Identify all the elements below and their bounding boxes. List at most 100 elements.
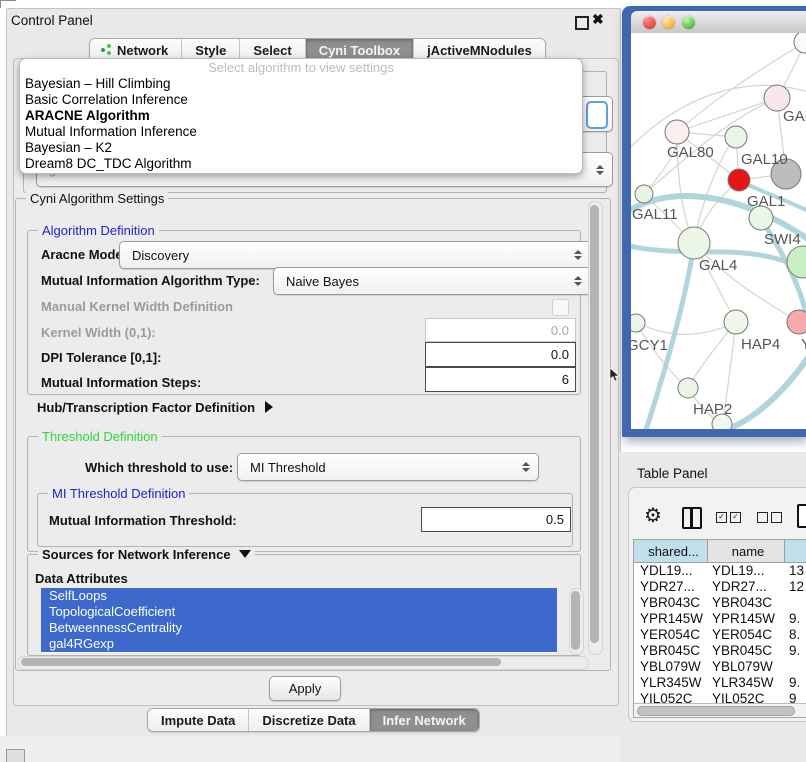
mi-steps-field[interactable]: 6 (425, 367, 576, 392)
table-horizontal-scrollbar[interactable] (634, 703, 806, 717)
bottom-strip (0, 736, 620, 762)
network-window-titlebar[interactable] (631, 11, 806, 34)
dropdown-item[interactable]: ARACNE Algorithm (20, 108, 582, 124)
dropdown-hint: Select algorithm to view settings (20, 59, 582, 76)
expand-right-icon (265, 401, 273, 413)
network-node-label: GAL10 (741, 151, 788, 168)
sources-title: Sources for Network Inference (42, 547, 231, 562)
minimize-traffic-light[interactable] (662, 16, 675, 29)
table-row[interactable]: YDL19...YDL19...13 (634, 563, 806, 579)
table-cell: YBR045C (634, 643, 708, 659)
network-node[interactable] (794, 33, 806, 53)
table-row[interactable]: YDR27...YDR27...12 (634, 579, 806, 595)
combo-focus-stepper[interactable] (586, 101, 608, 129)
network-node-gal4[interactable] (678, 227, 710, 259)
dropdown-item[interactable]: Bayesian – Hill Climbing (20, 76, 582, 92)
dropdown-item[interactable]: Bayesian – K2 (20, 140, 582, 156)
stepper-icon (596, 165, 604, 175)
mi-steps-value: 6 (562, 372, 569, 387)
table-row[interactable]: YER054CYER054C8. (634, 627, 806, 643)
aracne-mode-label: Aracne Mode: (41, 247, 127, 262)
network-edge (636, 322, 736, 334)
network-canvas[interactable]: GALGAL80GAL10GAL1GAL11SWI4GAL4GCY1HAP4YH… (631, 33, 806, 429)
node-table: shared...nameA YDL19...YDL19...13YDR27..… (633, 539, 806, 718)
table-cell: YDL19... (634, 563, 708, 579)
table-cell (785, 659, 806, 675)
bottom-tabs: Impute DataDiscretize Data Infer Network (147, 708, 480, 732)
table-row[interactable]: YBL079WYBL079W (634, 659, 806, 675)
columns-icon[interactable] (682, 507, 702, 529)
table-row[interactable]: YPR145WYPR145W9. (634, 611, 806, 627)
table-panel-title: Table Panel (637, 466, 708, 481)
table-row[interactable]: YLR345WYLR345W9. (634, 675, 806, 691)
settings-vertical-scrollbar[interactable] (588, 201, 603, 655)
table-row[interactable]: YBR045CYBR045C9. (634, 643, 806, 659)
mi-type-combo[interactable]: Naive Bayes (273, 267, 591, 295)
tab-label: Style (195, 43, 226, 58)
sources-toggle[interactable]: Sources for Network Inference (38, 547, 255, 562)
network-node-hap4[interactable] (724, 310, 748, 334)
document-icon[interactable] (797, 504, 806, 528)
column-header[interactable]: shared... (634, 540, 708, 562)
apply-button[interactable]: Apply (269, 676, 341, 701)
dropdown-item[interactable]: Dream8 DC_TDC Algorithm (20, 156, 582, 172)
stepper-icon (574, 276, 582, 286)
resize-grip[interactable] (6, 749, 25, 762)
network-node-label: GAL1 (747, 193, 785, 210)
network-node-label: GAL80 (667, 144, 714, 161)
table-rows: YDL19...YDL19...13YDR27...YDR27...12YBR0… (634, 563, 806, 707)
deselect-all-checkboxes-icon[interactable] (757, 512, 782, 523)
network-node-hap2[interactable] (678, 378, 698, 398)
table-cell: YDR27... (708, 579, 785, 595)
dpi-tolerance-label: DPI Tolerance [0,1]: (41, 350, 161, 365)
which-threshold-combo[interactable]: MI Threshold (237, 453, 539, 481)
attribute-item[interactable]: SelfLoops (41, 588, 557, 604)
settings-horizontal-scrollbar[interactable] (17, 656, 589, 670)
attributes-scrollbar[interactable] (569, 588, 584, 655)
dropdown-item[interactable]: Basic Correlation Inference (20, 92, 582, 108)
table-cell: YBR043C (708, 595, 785, 611)
hub-definition-toggle[interactable]: Hub/Transcription Factor Definition (37, 400, 273, 415)
gear-icon[interactable]: ⚙ (644, 503, 662, 528)
attribute-item[interactable]: BetweennessCentrality (41, 620, 557, 636)
mi-threshold-field[interactable]: 0.5 (421, 507, 571, 532)
close-icon[interactable]: ✖ (592, 11, 604, 28)
network-node-y[interactable] (787, 310, 806, 334)
attribute-item[interactable]: gal4RGexp (41, 636, 557, 652)
control-panel-window: Control Panel ✖ NetworkStyleSelectCyni T… (6, 8, 621, 738)
aracne-mode-combo[interactable]: Discovery (119, 241, 591, 269)
network-node-gal1[interactable] (728, 169, 750, 191)
table-cell: YLR345W (708, 675, 785, 691)
select-all-checkboxes-icon[interactable]: ✓✓ (716, 512, 741, 523)
tab-discretize-data[interactable]: Discretize Data (249, 709, 369, 731)
mi-threshold-group-title: MI Threshold Definition (48, 486, 189, 501)
table-cell: YBR045C (708, 643, 785, 659)
float-window-icon[interactable] (575, 16, 589, 30)
dpi-tolerance-field[interactable]: 0.0 (425, 342, 576, 367)
panel-title: Control Panel (11, 13, 93, 28)
network-node-gal80[interactable] (665, 120, 689, 144)
close-traffic-light[interactable] (643, 16, 656, 29)
network-node-gal11[interactable] (635, 185, 653, 203)
aracne-mode-value: Discovery (132, 248, 189, 263)
which-threshold-value: MI Threshold (250, 460, 326, 475)
expand-down-icon (239, 550, 251, 558)
manual-kernel-checkbox[interactable] (552, 299, 569, 316)
mi-threshold-label: Mutual Information Threshold: (49, 513, 237, 528)
zoom-traffic-light[interactable] (682, 16, 695, 29)
dropdown-item[interactable]: Mutual Information Inference (20, 124, 582, 140)
table-cell: YER054C (708, 627, 785, 643)
column-header[interactable]: A (785, 540, 806, 562)
column-header[interactable]: name (708, 540, 785, 562)
network-node-gcy1[interactable] (631, 314, 645, 332)
tab-impute-data[interactable]: Impute Data (148, 709, 249, 731)
attribute-item[interactable]: TopologicalCoefficient (41, 604, 557, 620)
table-cell (785, 595, 806, 611)
kernel-width-value: 0.0 (551, 323, 569, 338)
tab-infer-network[interactable]: Infer Network (370, 709, 479, 731)
table-row[interactable]: YBR043CYBR043C (634, 595, 806, 611)
network-node-gal10[interactable] (725, 126, 747, 148)
network-node-label: GAL (783, 108, 806, 125)
tab-label: Infer Network (383, 713, 466, 728)
kernel-width-field[interactable]: 0.0 (425, 318, 576, 342)
